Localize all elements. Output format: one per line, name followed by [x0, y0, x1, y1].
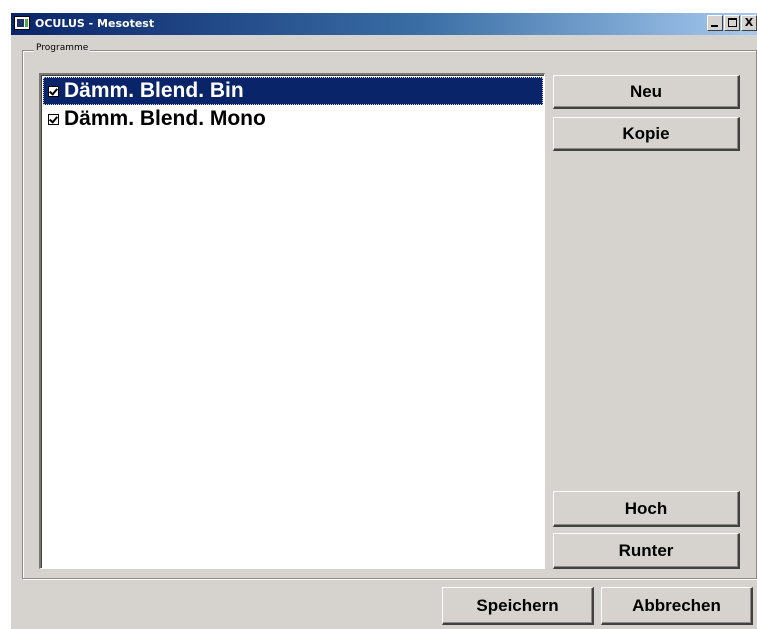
- window-controls: X: [706, 15, 757, 33]
- save-button[interactable]: Speichern: [442, 587, 594, 625]
- maximize-button[interactable]: [724, 15, 740, 31]
- app-icon[interactable]: [14, 16, 30, 30]
- title-bar[interactable]: OCULUS - Mesotest X: [11, 13, 757, 35]
- new-button[interactable]: Neu: [553, 75, 740, 109]
- programs-group-label: Programme: [34, 43, 91, 53]
- move-down-button[interactable]: Runter: [553, 533, 740, 569]
- window-title: OCULUS - Mesotest: [35, 17, 155, 30]
- checkbox-checked-icon[interactable]: [48, 113, 59, 125]
- list-item-label: Dämm. Blend. Bin: [64, 79, 244, 102]
- checkbox-checked-icon[interactable]: [48, 85, 59, 97]
- list-item[interactable]: Dämm. Blend. Mono: [43, 105, 543, 133]
- minimize-button[interactable]: [707, 15, 723, 31]
- copy-button[interactable]: Kopie: [553, 117, 740, 151]
- programs-list[interactable]: Dämm. Blend. Bin Dämm. Blend. Mono: [39, 73, 545, 569]
- main-window: OCULUS - Mesotest X Programme Dämm. Blen…: [11, 13, 757, 629]
- list-item[interactable]: Dämm. Blend. Bin: [43, 77, 543, 105]
- close-button[interactable]: X: [741, 15, 757, 31]
- move-up-button[interactable]: Hoch: [553, 491, 740, 527]
- list-item-label: Dämm. Blend. Mono: [64, 107, 266, 130]
- cancel-button[interactable]: Abbrechen: [601, 587, 753, 625]
